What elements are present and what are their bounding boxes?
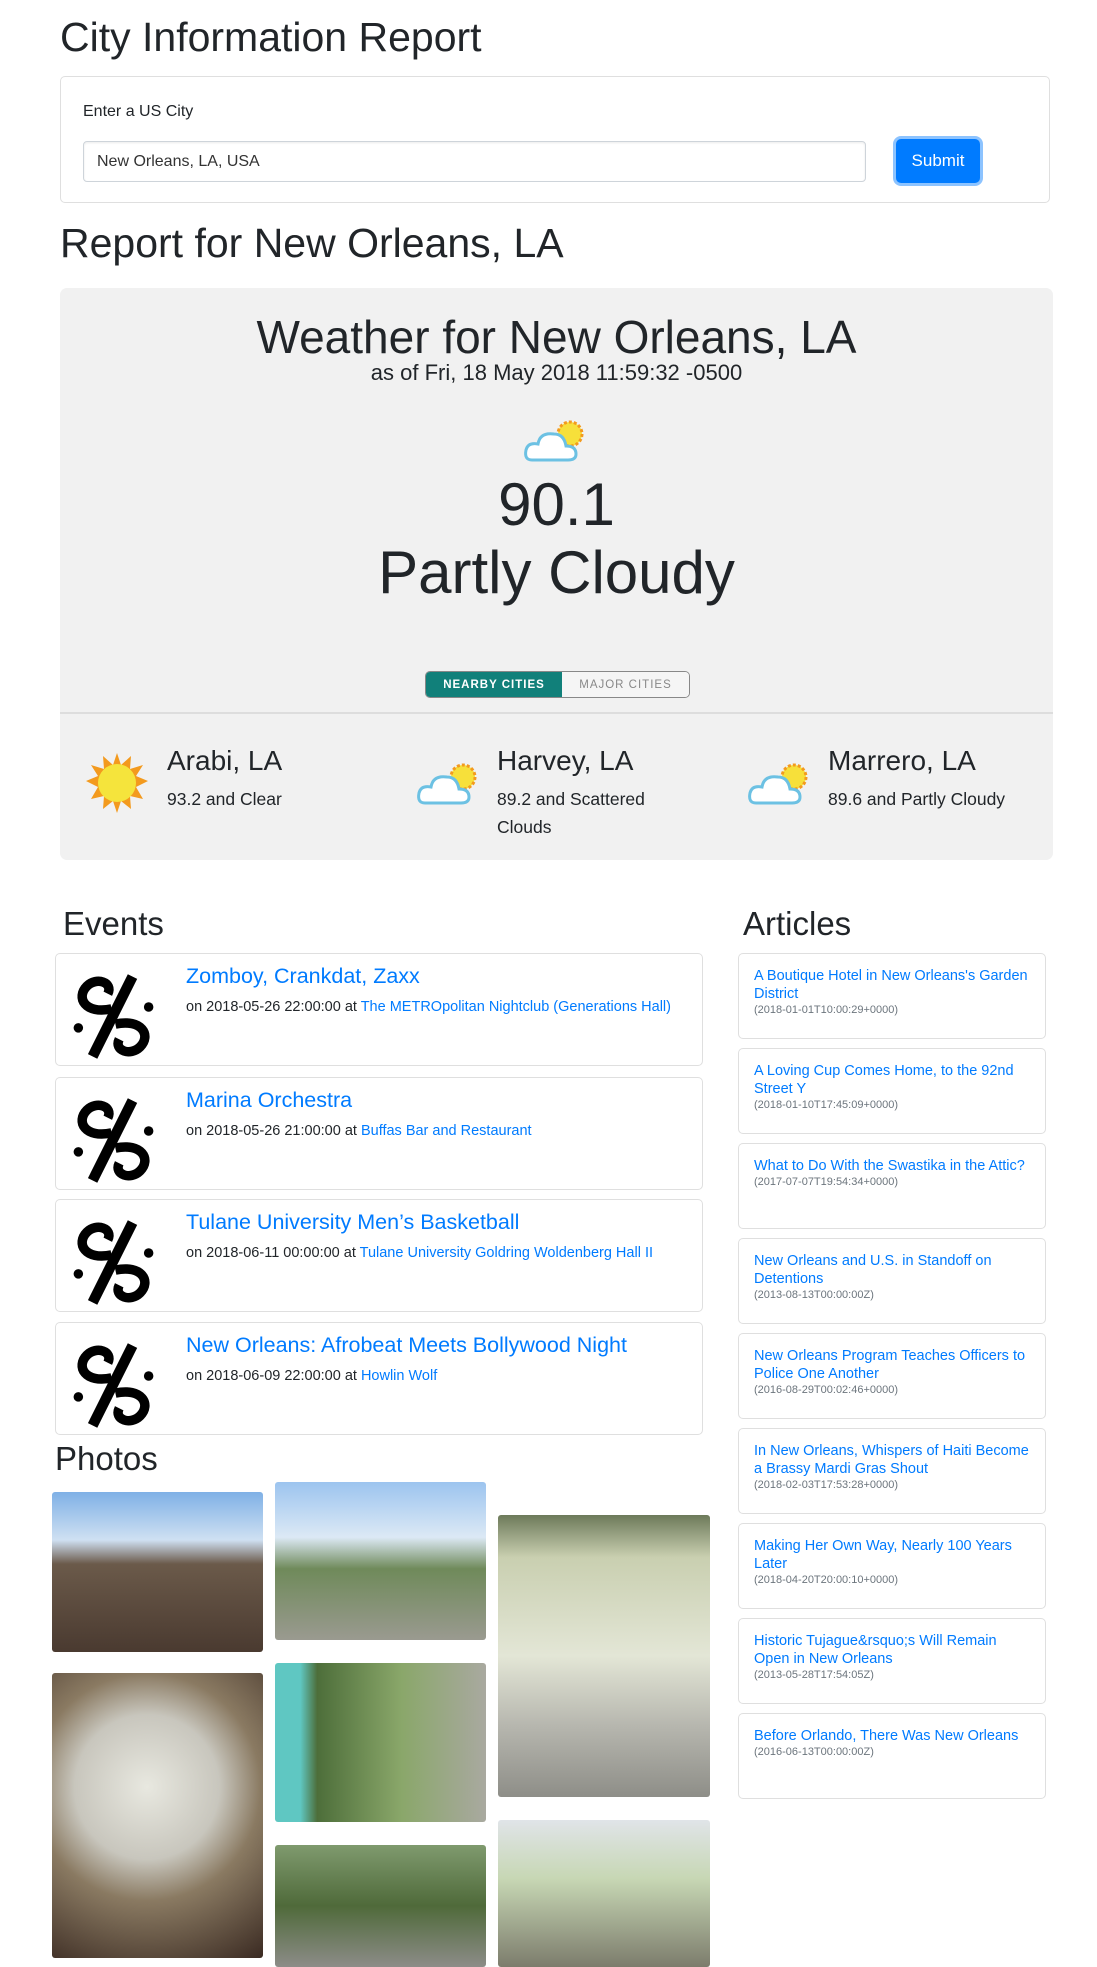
article-title-link[interactable]: What to Do With the Swastika in the Atti… <box>754 1157 1030 1175</box>
article-title-link[interactable]: A Loving Cup Comes Home, to the 92nd Str… <box>754 1062 1030 1098</box>
event-title-link[interactable]: Marina Orchestra <box>186 1088 352 1113</box>
weather-title: Weather for New Orleans, LA <box>256 311 857 363</box>
article-date: (2018-01-01T10:00:29+0000) <box>754 1004 899 1016</box>
current-temperature: 90.1 <box>498 471 615 538</box>
article-date: (2013-05-28T17:54:05Z) <box>754 1669 874 1681</box>
photo[interactable] <box>498 1515 710 1797</box>
nearby-city-name: Harvey, LA <box>497 745 634 776</box>
nearby-city-name: Arabi, LA <box>167 745 283 776</box>
nearby-city: Harvey, LA 89.2 and Scattered Clouds <box>415 745 715 837</box>
partly-cloudy-icon <box>417 763 477 805</box>
event-title-link[interactable]: Zomboy, Crankdat, Zaxx <box>186 964 420 989</box>
partly-cloudy-icon <box>748 763 808 805</box>
city-form: Enter a US City Submit <box>60 76 1050 203</box>
article-card: A Boutique Hotel in New Orleans's Garden… <box>738 953 1046 1039</box>
article-date: (2018-01-10T17:45:09+0000) <box>754 1099 899 1111</box>
article-card: Historic Tujague&rsquo;s Will Remain Ope… <box>738 1618 1046 1704</box>
article-date: (2013-08-13T00:00:00Z) <box>754 1289 874 1301</box>
article-card: In New Orleans, Whispers of Haiti Become… <box>738 1428 1046 1514</box>
nearby-city: Arabi, LA 93.2 and Clear <box>85 745 385 835</box>
weather-panel: Weather for New Orleans, LA as of Fri, 1… <box>60 288 1053 860</box>
event-card: Zomboy, Crankdat, Zaxx on 2018-05-26 22:… <box>55 953 703 1066</box>
event-when: on 2018-06-09 22:00:00 at <box>186 1368 357 1384</box>
event-title-link[interactable]: Tulane University Men’s Basketball <box>186 1210 519 1235</box>
event-card: New Orleans: Afrobeat Meets Bollywood Ni… <box>55 1322 703 1435</box>
article-card: Making Her Own Way, Nearly 100 Years Lat… <box>738 1523 1046 1609</box>
event-logo-icon <box>66 1338 161 1438</box>
article-card: Before Orlando, There Was New Orleans (2… <box>738 1713 1046 1799</box>
event-details: on 2018-06-11 00:00:00 at Tulane Univers… <box>186 1242 686 1264</box>
nearby-city-desc: 93.2 and Clear <box>167 789 282 809</box>
cities-toggle: NEARBY CITIES MAJOR CITIES <box>425 671 690 698</box>
photo[interactable] <box>52 1673 263 1958</box>
article-date: (2018-02-03T17:53:28+0000) <box>754 1479 899 1491</box>
current-condition: Partly Cloudy <box>378 539 735 606</box>
article-title-link[interactable]: New Orleans Program Teaches Officers to … <box>754 1347 1030 1383</box>
photo[interactable] <box>498 1820 710 1967</box>
photo[interactable] <box>275 1663 486 1822</box>
event-details: on 2018-05-26 21:00:00 at Buffas Bar and… <box>186 1120 686 1142</box>
event-logo-icon <box>66 969 161 1069</box>
article-title-link[interactable]: Making Her Own Way, Nearly 100 Years Lat… <box>754 1537 1030 1573</box>
event-card: Tulane University Men’s Basketball on 20… <box>55 1199 703 1312</box>
page-title: City Information Report <box>60 14 482 60</box>
article-card: New Orleans Program Teaches Officers to … <box>738 1333 1046 1419</box>
event-card: Marina Orchestra on 2018-05-26 21:00:00 … <box>55 1077 703 1190</box>
articles-heading: Articles <box>743 905 852 942</box>
event-venue-link[interactable]: Howlin Wolf <box>361 1368 437 1384</box>
nearby-city-name: Marrero, LA <box>828 745 976 776</box>
photo[interactable] <box>275 1845 486 1967</box>
photo[interactable] <box>52 1492 263 1652</box>
nearby-city: Marrero, LA 89.6 and Partly Cloudy <box>746 745 1046 835</box>
article-date: (2016-08-29T00:02:46+0000) <box>754 1384 899 1396</box>
tab-nearby-cities[interactable]: NEARBY CITIES <box>426 672 562 697</box>
event-details: on 2018-06-09 22:00:00 at Howlin Wolf <box>186 1365 686 1387</box>
event-venue-link[interactable]: The METROpolitan Nightclub (Generations … <box>361 999 671 1015</box>
event-logo-icon <box>66 1215 161 1315</box>
article-card: What to Do With the Swastika in the Atti… <box>738 1143 1046 1229</box>
article-date: (2016-06-13T00:00:00Z) <box>754 1746 874 1758</box>
article-card: A Loving Cup Comes Home, to the 92nd Str… <box>738 1048 1046 1134</box>
partly-cloudy-icon <box>60 416 1053 469</box>
article-title-link[interactable]: Before Orlando, There Was New Orleans <box>754 1727 1030 1745</box>
weather-timestamp: as of Fri, 18 May 2018 11:59:32 -0500 <box>370 360 743 385</box>
divider <box>60 712 1053 714</box>
event-venue-link[interactable]: Tulane University Goldring Woldenberg Ha… <box>360 1245 653 1261</box>
event-title-link[interactable]: New Orleans: Afrobeat Meets Bollywood Ni… <box>186 1333 627 1358</box>
event-when: on 2018-06-11 00:00:00 at <box>186 1245 356 1261</box>
article-title-link[interactable]: In New Orleans, Whispers of Haiti Become… <box>754 1442 1030 1478</box>
city-input-label: Enter a US City <box>83 103 194 120</box>
submit-button[interactable]: Submit <box>896 139 980 183</box>
sun-icon <box>86 753 148 813</box>
event-details: on 2018-05-26 22:00:00 at The METROpolit… <box>186 996 686 1018</box>
event-venue-link[interactable]: Buffas Bar and Restaurant <box>361 1123 532 1139</box>
photo[interactable] <box>275 1482 486 1640</box>
report-title: Report for New Orleans, LA <box>60 220 564 266</box>
article-date: (2018-04-20T20:00:10+0000) <box>754 1574 899 1586</box>
article-title-link[interactable]: New Orleans and U.S. in Standoff on Dete… <box>754 1252 1030 1288</box>
tab-major-cities[interactable]: MAJOR CITIES <box>562 672 689 697</box>
article-title-link[interactable]: Historic Tujague&rsquo;s Will Remain Ope… <box>754 1632 1030 1668</box>
events-heading: Events <box>63 905 164 942</box>
article-title-link[interactable]: A Boutique Hotel in New Orleans's Garden… <box>754 967 1030 1003</box>
event-logo-icon <box>66 1093 161 1193</box>
nearby-city-desc: 89.6 and Partly Cloudy <box>828 789 1006 809</box>
article-date: (2017-07-07T19:54:34+0000) <box>754 1176 899 1188</box>
event-when: on 2018-05-26 21:00:00 at <box>186 1123 357 1139</box>
city-input[interactable] <box>83 141 866 182</box>
nearby-city-desc: 89.2 and Scattered Clouds <box>497 789 645 837</box>
article-card: New Orleans and U.S. in Standoff on Dete… <box>738 1238 1046 1324</box>
event-when: on 2018-05-26 22:00:00 at <box>186 999 357 1015</box>
photos-heading: Photos <box>55 1440 158 1477</box>
